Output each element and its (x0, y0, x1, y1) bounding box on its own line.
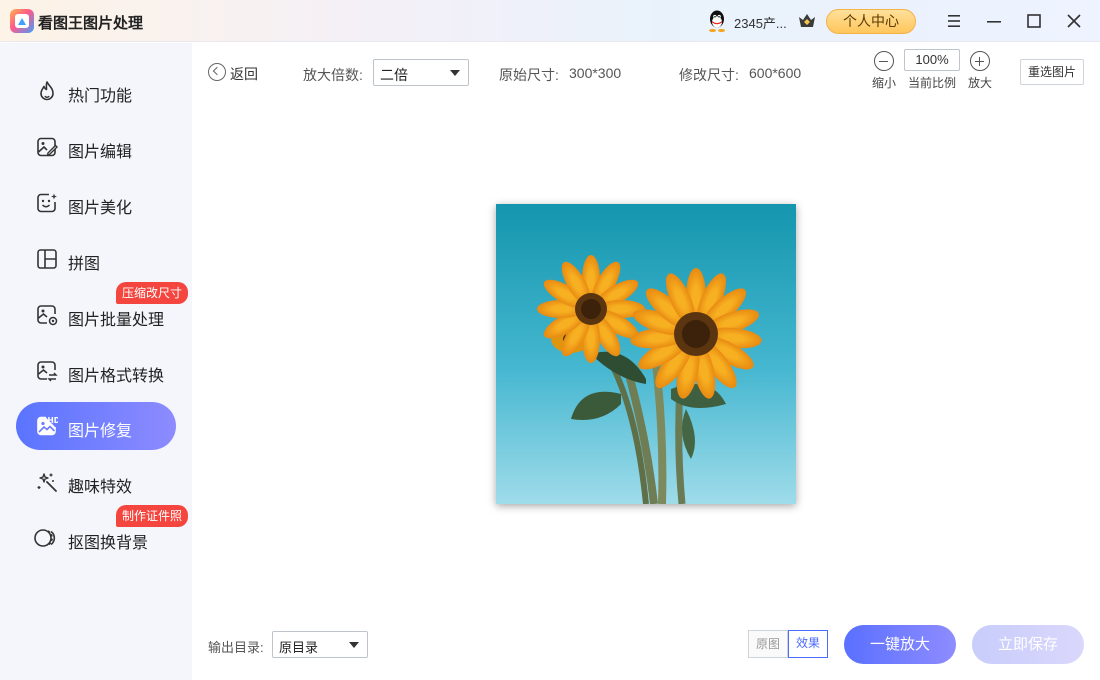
original-toggle[interactable]: 原图 (748, 630, 788, 658)
back-arrow-icon (208, 63, 226, 81)
zoom-out-label: 缩小 (872, 76, 897, 90)
app-logo-icon (10, 9, 34, 33)
zoom-value[interactable]: 100% (904, 49, 960, 71)
hd-repair-icon: HD (37, 416, 59, 436)
output-dir-select[interactable]: 原目录 (272, 631, 368, 658)
sunflower-photo (496, 204, 796, 504)
menu-icon[interactable] (944, 11, 964, 31)
zoom-in-label: 放大 (968, 76, 993, 90)
back-label: 返回 (230, 66, 258, 82)
sidebar-item-image-edit[interactable]: 图片编辑 (16, 123, 176, 171)
zoom-in-button[interactable] (970, 51, 990, 71)
chevron-down-icon (450, 70, 460, 76)
fire-icon (40, 81, 54, 101)
sidebar-item-label: 抠图换背景 (68, 535, 149, 552)
app-title: 看图王图片处理 (38, 15, 144, 32)
chevron-down-icon (349, 642, 359, 648)
minimize-icon[interactable] (984, 11, 1004, 31)
enlarge-button[interactable]: 一键放大 (844, 625, 956, 664)
sidebar: 热门功能 图片编辑 图片美化 拼图 图片批量处理 压缩改尺寸 图片格式转换 HD… (0, 43, 192, 680)
magic-wand-icon (37, 473, 57, 492)
sidebar-item-label: 图片修复 (68, 423, 133, 440)
modified-size-label: 修改尺寸: (679, 67, 739, 83)
sidebar-item-label: 图片批量处理 (68, 312, 165, 329)
sidebar-item-fun-effects[interactable]: 趣味特效 (16, 458, 176, 506)
zoom-current-label: 当前比例 (908, 76, 957, 90)
effect-toggle[interactable]: 效果 (788, 630, 828, 658)
sidebar-item-hot-features[interactable]: 热门功能 (16, 67, 176, 115)
sidebar-item-collage[interactable]: 拼图 (16, 235, 176, 283)
vip-crown-icon[interactable] (797, 12, 817, 30)
collage-icon (37, 249, 57, 269)
minus-icon (879, 60, 888, 62)
maximize-icon[interactable] (1024, 11, 1044, 31)
output-dir-value: 原目录 (279, 640, 319, 655)
close-icon[interactable] (1064, 11, 1084, 31)
qq-avatar-icon[interactable] (706, 9, 728, 33)
sidebar-item-format-convert[interactable]: 图片格式转换 (16, 347, 176, 395)
batch-process-icon (37, 305, 58, 326)
sidebar-item-image-beautify[interactable]: 图片美化 (16, 179, 176, 227)
batch-process-badge: 压缩改尺寸 (116, 282, 189, 304)
image-edit-icon (37, 137, 58, 157)
output-dir-label: 输出目录: (208, 640, 264, 655)
profile-center-button[interactable]: 个人中心 (826, 9, 916, 34)
original-size-label: 原始尺寸: (499, 67, 559, 83)
save-button[interactable]: 立即保存 (972, 625, 1084, 664)
svg-text:HD: HD (48, 416, 59, 425)
zoom-out-button[interactable] (874, 51, 894, 71)
scale-factor-value: 二倍 (380, 67, 408, 83)
format-convert-icon (37, 361, 58, 382)
image-preview[interactable] (496, 204, 796, 504)
sidebar-item-label: 热门功能 (68, 88, 133, 105)
sidebar-item-label: 图片美化 (68, 200, 133, 217)
cutout-icon (34, 529, 56, 547)
sidebar-item-label: 拼图 (68, 256, 101, 273)
original-size-value: 300*300 (569, 65, 622, 81)
title-bar: 看图王图片处理 2345产... 个人中心 (0, 0, 1100, 42)
scale-factor-label: 放大倍数: (303, 67, 363, 83)
cutout-badge: 制作证件照 (116, 505, 189, 527)
scale-factor-select[interactable]: 二倍 (373, 59, 469, 86)
sidebar-item-label: 图片格式转换 (68, 368, 165, 385)
sidebar-item-image-repair[interactable]: HD 图片修复 (16, 402, 176, 450)
image-beautify-icon (37, 193, 57, 213)
sidebar-item-label: 图片编辑 (68, 144, 133, 161)
reselect-image-button[interactable]: 重选图片 (1020, 59, 1084, 85)
sidebar-item-label: 趣味特效 (68, 479, 133, 496)
username[interactable]: 2345产... (734, 13, 787, 32)
modified-size-value: 600*600 (749, 65, 802, 81)
